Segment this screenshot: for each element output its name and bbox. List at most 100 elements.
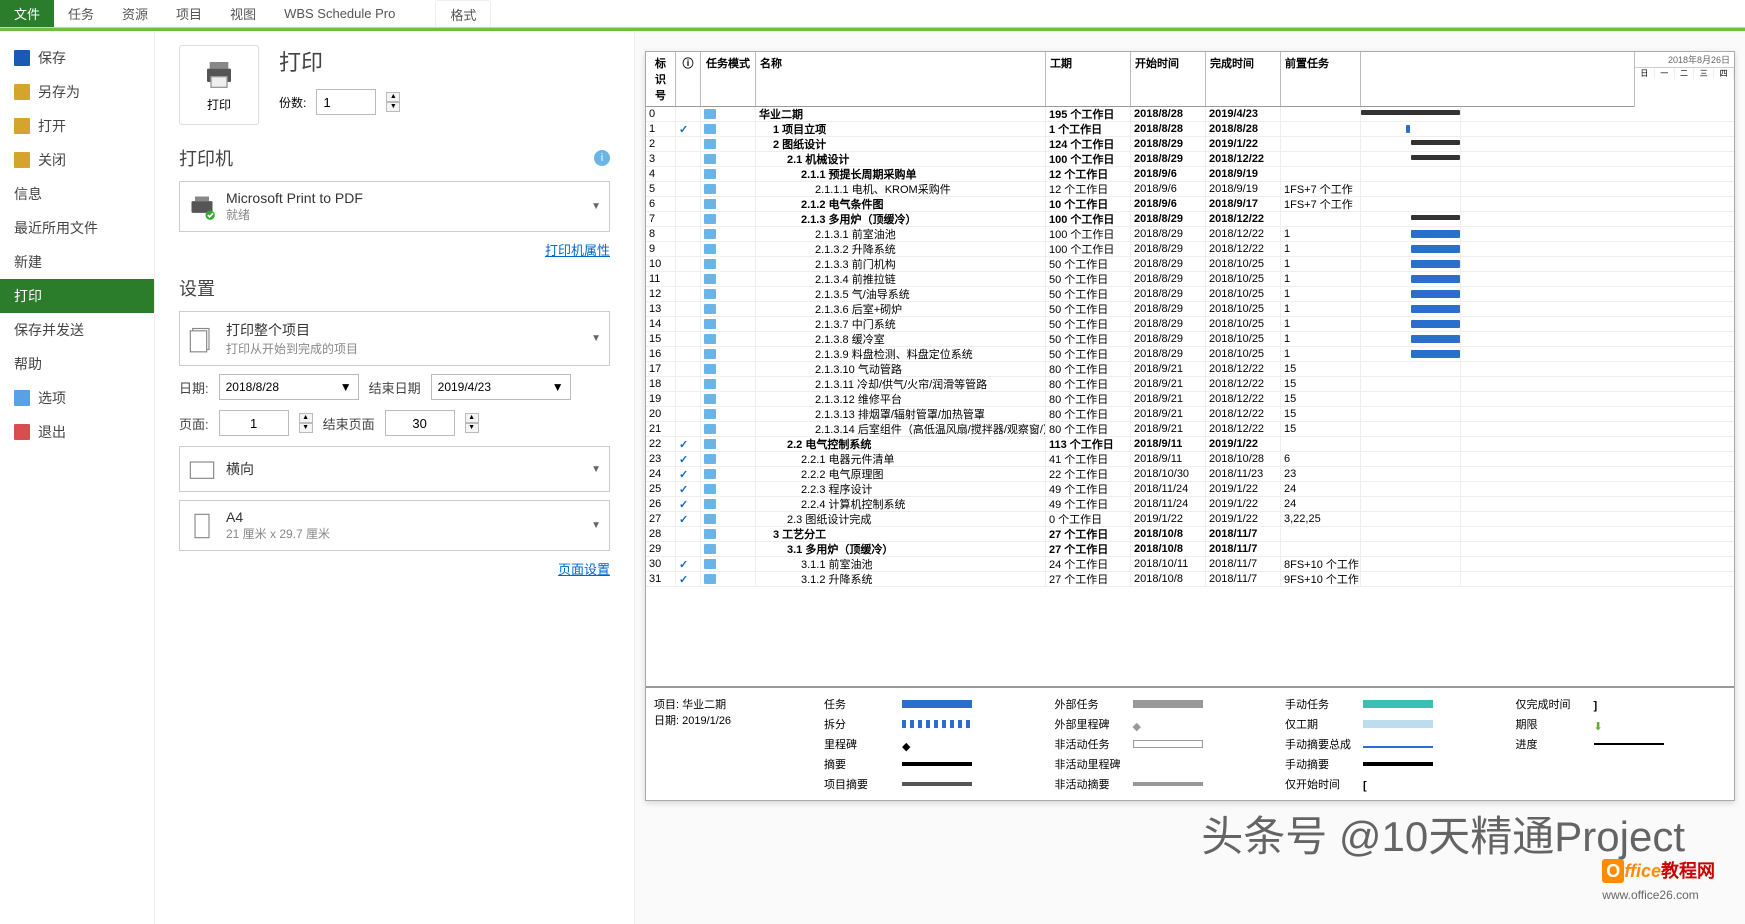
sidebar-item-信息[interactable]: 信息 xyxy=(0,177,154,211)
preview-page: 标识号 ⓘ 任务模式 名称 工期 开始时间 完成时间 前置任务 2018年8月2… xyxy=(645,51,1735,801)
sidebar-item-打印[interactable]: 打印 xyxy=(0,279,154,313)
ribbon-tabs: 文件 任务 资源 项目 视图 WBS Schedule Pro 格式 xyxy=(0,0,1745,28)
legend: 项目: 华业二期 日期: 2019/1/26 任务外部任务手动任务仅完成时间]拆… xyxy=(646,686,1734,800)
sidebar-item-帮助[interactable]: 帮助 xyxy=(0,347,154,381)
orientation-title: 横向 xyxy=(226,459,581,479)
sidebar-item-label: 打开 xyxy=(38,116,66,136)
printer-properties-link[interactable]: 打印机属性 xyxy=(179,240,610,259)
page-label: 页面: xyxy=(179,414,209,433)
sidebar-item-label: 另存为 xyxy=(38,82,80,102)
print-button-label: 打印 xyxy=(207,96,231,113)
legend-item: 非活动摘要 xyxy=(1055,776,1266,792)
task-row: 102.1.3.3 前门机构50 个工作日2018/8/292018/10/25… xyxy=(646,257,1734,272)
pg-dn[interactable]: ▼ xyxy=(299,423,313,433)
date-end-label: 结束日期 xyxy=(369,378,421,397)
open-icon xyxy=(14,118,30,134)
col-start: 开始时间 xyxy=(1131,52,1206,106)
paper-sub: 21 厘米 x 29.7 厘米 xyxy=(226,525,581,542)
sidebar-item-label: 帮助 xyxy=(14,354,42,374)
tab-format[interactable]: 格式 xyxy=(435,0,491,27)
print-scope-select[interactable]: 打印整个项目 打印从开始到完成的项目 ▼ xyxy=(179,311,610,366)
task-row: 0华业二期195 个工作日2018/8/282019/4/23 xyxy=(646,107,1734,122)
legend-item: 外部里程碑◆ xyxy=(1055,716,1266,732)
pge-up[interactable]: ▲ xyxy=(465,413,479,423)
exit-icon xyxy=(14,424,30,440)
page-end-label: 结束页面 xyxy=(323,414,375,433)
task-row: 24✓2.2.2 电气原理图22 个工作日2018/10/302018/11/2… xyxy=(646,467,1734,482)
date-end-input[interactable]: 2019/4/23▼ xyxy=(431,374,571,400)
printer-name: Microsoft Print to PDF xyxy=(226,190,581,206)
tab-view[interactable]: 视图 xyxy=(216,0,270,27)
options-icon xyxy=(14,390,30,406)
tab-file[interactable]: 文件 xyxy=(0,0,54,27)
task-row: 212.1.3.14 后室组件（高低温风扇/搅拌器/观察窗/）80 个工作日20… xyxy=(646,422,1734,437)
copies-down[interactable]: ▼ xyxy=(386,102,400,112)
col-id: 标识号 xyxy=(646,52,676,106)
legend-item xyxy=(1516,756,1727,772)
printer-status-icon xyxy=(188,193,216,221)
page-end-input[interactable] xyxy=(385,410,455,436)
sidebar-item-另存为[interactable]: 另存为 xyxy=(0,75,154,109)
pg-up[interactable]: ▲ xyxy=(299,413,313,423)
sidebar-item-保存并发送[interactable]: 保存并发送 xyxy=(0,313,154,347)
task-row: 283 工艺分工27 个工作日2018/10/82018/11/7 xyxy=(646,527,1734,542)
legend-item: 外部任务 xyxy=(1055,696,1266,712)
tab-task[interactable]: 任务 xyxy=(54,0,108,27)
sidebar-item-选项[interactable]: 选项 xyxy=(0,381,154,415)
task-row: 22✓2.2 电气控制系统113 个工作日2018/9/112019/1/22 xyxy=(646,437,1734,452)
tab-resource[interactable]: 资源 xyxy=(108,0,162,27)
dropdown-caret-icon: ▼ xyxy=(591,464,601,475)
watermark-logo: Office教程网 www.office26.com xyxy=(1602,857,1715,904)
date-start-input[interactable]: 2018/8/28▼ xyxy=(219,374,359,400)
task-row: 42.1.1 预提长周期采购单12 个工作日2018/9/62018/9/19 xyxy=(646,167,1734,182)
copies-up[interactable]: ▲ xyxy=(386,92,400,102)
legend-item: 非活动任务 xyxy=(1055,736,1266,752)
printer-select[interactable]: Microsoft Print to PDF 就绪 ▼ xyxy=(179,181,610,232)
legend-item: 里程碑◆ xyxy=(824,736,1035,752)
page-start-input[interactable] xyxy=(219,410,289,436)
info-icon[interactable]: i xyxy=(594,150,610,166)
col-indicator: ⓘ xyxy=(676,52,701,106)
col-pred: 前置任务 xyxy=(1281,52,1361,106)
task-row: 142.1.3.7 中门系统50 个工作日2018/8/292018/10/25… xyxy=(646,317,1734,332)
sidebar-item-打开[interactable]: 打开 xyxy=(0,109,154,143)
dropdown-caret-icon: ▼ xyxy=(591,520,601,531)
task-row: 32.1 机械设计100 个工作日2018/8/292018/12/22 xyxy=(646,152,1734,167)
task-row: 25✓2.2.3 程序设计49 个工作日2018/11/242019/1/222… xyxy=(646,482,1734,497)
sidebar-item-新建[interactable]: 新建 xyxy=(0,245,154,279)
task-row: 202.1.3.13 排烟罩/辐射管罩/加热管罩80 个工作日2018/9/21… xyxy=(646,407,1734,422)
scope-title: 打印整个项目 xyxy=(226,320,581,340)
paper-title: A4 xyxy=(226,509,581,525)
sidebar-item-退出[interactable]: 退出 xyxy=(0,415,154,449)
task-row: 27✓2.3 图纸设计完成0 个工作日2019/1/222019/1/223,2… xyxy=(646,512,1734,527)
landscape-icon xyxy=(188,455,216,483)
task-row: 182.1.3.11 冷却/供气/火帘/润滑等管路80 个工作日2018/9/2… xyxy=(646,377,1734,392)
scope-sub: 打印从开始到完成的项目 xyxy=(226,340,581,357)
sidebar-item-关闭[interactable]: 关闭 xyxy=(0,143,154,177)
task-row: 31✓3.1.2 升降系统27 个工作日2018/10/82018/11/79F… xyxy=(646,572,1734,587)
sidebar-item-label: 选项 xyxy=(38,388,66,408)
task-row: 112.1.3.4 前推拉链50 个工作日2018/8/292018/10/25… xyxy=(646,272,1734,287)
sidebar-item-最近所用文件[interactable]: 最近所用文件 xyxy=(0,211,154,245)
task-row: 22 图纸设计124 个工作日2018/8/292019/1/22 xyxy=(646,137,1734,152)
legend-item: 手动摘要总成 xyxy=(1285,736,1496,752)
page-setup-link[interactable]: 页面设置 xyxy=(179,559,610,578)
col-duration: 工期 xyxy=(1046,52,1131,106)
orientation-select[interactable]: 横向 ▼ xyxy=(179,446,610,492)
copies-input[interactable] xyxy=(316,89,376,115)
print-button[interactable]: 打印 xyxy=(179,45,259,125)
task-row: 62.1.2 电气条件图10 个工作日2018/9/62018/9/171FS+… xyxy=(646,197,1734,212)
task-row: 30✓3.1.1 前室油池24 个工作日2018/10/112018/11/78… xyxy=(646,557,1734,572)
tab-project[interactable]: 项目 xyxy=(162,0,216,27)
paper-select[interactable]: A4 21 厘米 x 29.7 厘米 ▼ xyxy=(179,500,610,551)
timeline-date: 2018年8月26日 xyxy=(1635,52,1734,67)
sidebar-item-label: 最近所用文件 xyxy=(14,218,98,238)
tab-wbs[interactable]: WBS Schedule Pro xyxy=(270,0,409,27)
dropdown-caret-icon: ▼ xyxy=(591,333,601,344)
sidebar-item-label: 打印 xyxy=(14,286,42,306)
pge-dn[interactable]: ▼ xyxy=(465,423,479,433)
sidebar-item-保存[interactable]: 保存 xyxy=(0,41,154,75)
sidebar-item-label: 关闭 xyxy=(38,150,66,170)
task-row: 172.1.3.10 气动管路80 个工作日2018/9/212018/12/2… xyxy=(646,362,1734,377)
legend-item: 摘要 xyxy=(824,756,1035,772)
